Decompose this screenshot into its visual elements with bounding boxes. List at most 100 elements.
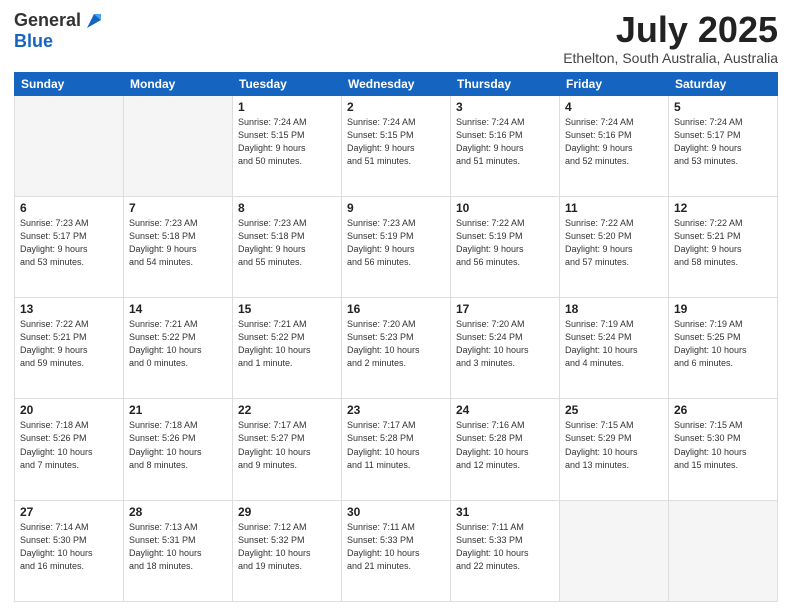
calendar-cell: 23Sunrise: 7:17 AM Sunset: 5:28 PM Dayli… (342, 399, 451, 500)
day-number: 31 (456, 505, 554, 519)
calendar-cell: 4 Sunrise: 7:24 AM Sunset: 5:16 PM Daylig… (560, 95, 669, 196)
day-number: 9 (347, 201, 445, 215)
day-info: Sunrise: 7:22 AM Sunset: 5:19 PM Dayligh… (456, 217, 554, 269)
day-info: Sunrise: 7:18 AM Sunset: 5:26 PM Dayligh… (129, 419, 227, 471)
logo-general-text: General (14, 11, 81, 31)
calendar-cell: 21Sunrise: 7:18 AM Sunset: 5:26 PM Dayli… (124, 399, 233, 500)
day-number: 29 (238, 505, 336, 519)
day-number: 17 (456, 302, 554, 316)
calendar-cell: 7 Sunrise: 7:23 AM Sunset: 5:18 PM Daylig… (124, 196, 233, 297)
calendar-cell: 20 Sunrise: 7:18 AM Sunset: 5:26 PM Dayli… (15, 399, 124, 500)
day-info: Sunrise: 7:20 AM Sunset: 5:23 PM Dayligh… (347, 318, 445, 370)
day-number: 19 (674, 302, 772, 316)
calendar-cell (15, 95, 124, 196)
calendar-cell: 12 Sunrise: 7:22 AM Sunset: 5:21 PM Dayli… (669, 196, 778, 297)
week-row-4: 20 Sunrise: 7:18 AM Sunset: 5:26 PM Dayli… (15, 399, 778, 500)
day-info: Sunrise: 7:21 AM Sunset: 5:22 PM Dayligh… (238, 318, 336, 370)
calendar-cell: 24 Sunrise: 7:16 AM Sunset: 5:28 PM Dayli… (451, 399, 560, 500)
day-info: Sunrise: 7:11 AM Sunset: 5:33 PM Dayligh… (456, 521, 554, 573)
calendar-cell (669, 500, 778, 601)
calendar-cell: 22Sunrise: 7:17 AM Sunset: 5:27 PM Dayli… (233, 399, 342, 500)
day-number: 15 (238, 302, 336, 316)
calendar-cell (560, 500, 669, 601)
day-info: Sunrise: 7:22 AM Sunset: 5:21 PM Dayligh… (20, 318, 118, 370)
day-info: Sunrise: 7:20 AM Sunset: 5:24 PM Dayligh… (456, 318, 554, 370)
calendar-table: SundayMondayTuesdayWednesdayThursdayFrid… (14, 72, 778, 602)
day-number: 2 (347, 100, 445, 114)
page: General Blue July 2025 Ethelton, South A… (0, 0, 792, 612)
calendar-cell: 18 Sunrise: 7:19 AM Sunset: 5:24 PM Dayli… (560, 298, 669, 399)
day-info: Sunrise: 7:24 AM Sunset: 5:16 PM Dayligh… (456, 116, 554, 168)
day-number: 24 (456, 403, 554, 417)
calendar-cell: 8Sunrise: 7:23 AM Sunset: 5:18 PM Daylig… (233, 196, 342, 297)
day-number: 12 (674, 201, 772, 215)
calendar-cell: 30Sunrise: 7:11 AM Sunset: 5:33 PM Dayli… (342, 500, 451, 601)
calendar-cell: 28Sunrise: 7:13 AM Sunset: 5:31 PM Dayli… (124, 500, 233, 601)
day-info: Sunrise: 7:18 AM Sunset: 5:26 PM Dayligh… (20, 419, 118, 471)
day-info: Sunrise: 7:23 AM Sunset: 5:18 PM Dayligh… (129, 217, 227, 269)
weekday-header-thursday: Thursday (451, 72, 560, 95)
calendar-cell: 19 Sunrise: 7:19 AM Sunset: 5:25 PM Dayli… (669, 298, 778, 399)
header: General Blue July 2025 Ethelton, South A… (14, 10, 778, 66)
calendar-cell: 16 Sunrise: 7:20 AM Sunset: 5:23 PM Dayli… (342, 298, 451, 399)
calendar-cell: 17 Sunrise: 7:20 AM Sunset: 5:24 PM Dayli… (451, 298, 560, 399)
calendar-cell: 5Sunrise: 7:24 AM Sunset: 5:17 PM Daylig… (669, 95, 778, 196)
day-info: Sunrise: 7:15 AM Sunset: 5:29 PM Dayligh… (565, 419, 663, 471)
day-number: 25 (565, 403, 663, 417)
calendar-cell: 13Sunrise: 7:22 AM Sunset: 5:21 PM Dayli… (15, 298, 124, 399)
calendar-cell: 25 Sunrise: 7:15 AM Sunset: 5:29 PM Dayli… (560, 399, 669, 500)
title-area: July 2025 Ethelton, South Australia, Aus… (563, 10, 778, 66)
day-info: Sunrise: 7:23 AM Sunset: 5:19 PM Dayligh… (347, 217, 445, 269)
day-info: Sunrise: 7:16 AM Sunset: 5:28 PM Dayligh… (456, 419, 554, 471)
day-number: 11 (565, 201, 663, 215)
day-info: Sunrise: 7:13 AM Sunset: 5:31 PM Dayligh… (129, 521, 227, 573)
day-info: Sunrise: 7:23 AM Sunset: 5:17 PM Dayligh… (20, 217, 118, 269)
weekday-header-row: SundayMondayTuesdayWednesdayThursdayFrid… (15, 72, 778, 95)
day-number: 7 (129, 201, 227, 215)
weekday-header-tuesday: Tuesday (233, 72, 342, 95)
week-row-5: 27 Sunrise: 7:14 AM Sunset: 5:30 PM Dayli… (15, 500, 778, 601)
weekday-header-sunday: Sunday (15, 72, 124, 95)
calendar-cell: 1Sunrise: 7:24 AM Sunset: 5:15 PM Daylig… (233, 95, 342, 196)
day-number: 1 (238, 100, 336, 114)
week-row-3: 13Sunrise: 7:22 AM Sunset: 5:21 PM Dayli… (15, 298, 778, 399)
calendar-cell: 29 Sunrise: 7:12 AM Sunset: 5:32 PM Dayli… (233, 500, 342, 601)
day-info: Sunrise: 7:22 AM Sunset: 5:20 PM Dayligh… (565, 217, 663, 269)
weekday-header-monday: Monday (124, 72, 233, 95)
week-row-1: 1 Sunrise: 7:24 AM Sunset: 5:15 PM Daylig… (15, 95, 778, 196)
day-info: Sunrise: 7:12 AM Sunset: 5:32 PM Dayligh… (238, 521, 336, 573)
calendar-cell: 10 Sunrise: 7:22 AM Sunset: 5:19 PM Dayli… (451, 196, 560, 297)
day-number: 16 (347, 302, 445, 316)
logo-blue-text: Blue (14, 31, 53, 51)
day-info: Sunrise: 7:19 AM Sunset: 5:24 PM Dayligh… (565, 318, 663, 370)
day-number: 20 (20, 403, 118, 417)
main-title: July 2025 (563, 10, 778, 50)
day-info: Sunrise: 7:14 AM Sunset: 5:30 PM Dayligh… (20, 521, 118, 573)
calendar-cell: 6Sunrise: 7:23 AM Sunset: 5:17 PM Daylig… (15, 196, 124, 297)
day-info: Sunrise: 7:24 AM Sunset: 5:17 PM Dayligh… (674, 116, 772, 168)
day-number: 10 (456, 201, 554, 215)
logo: General Blue (14, 10, 105, 52)
subtitle: Ethelton, South Australia, Australia (563, 50, 778, 66)
day-number: 18 (565, 302, 663, 316)
calendar-cell (124, 95, 233, 196)
day-number: 27 (20, 505, 118, 519)
day-number: 30 (347, 505, 445, 519)
day-info: Sunrise: 7:22 AM Sunset: 5:21 PM Dayligh… (674, 217, 772, 269)
calendar-cell: 31 Sunrise: 7:11 AM Sunset: 5:33 PM Dayli… (451, 500, 560, 601)
day-info: Sunrise: 7:24 AM Sunset: 5:15 PM Dayligh… (347, 116, 445, 168)
calendar-cell: 14Sunrise: 7:21 AM Sunset: 5:22 PM Dayli… (124, 298, 233, 399)
calendar-cell: 27 Sunrise: 7:14 AM Sunset: 5:30 PM Dayli… (15, 500, 124, 601)
weekday-header-wednesday: Wednesday (342, 72, 451, 95)
calendar-cell: 26Sunrise: 7:15 AM Sunset: 5:30 PM Dayli… (669, 399, 778, 500)
day-number: 8 (238, 201, 336, 215)
calendar-cell: 9 Sunrise: 7:23 AM Sunset: 5:19 PM Daylig… (342, 196, 451, 297)
day-info: Sunrise: 7:19 AM Sunset: 5:25 PM Dayligh… (674, 318, 772, 370)
calendar-cell: 15 Sunrise: 7:21 AM Sunset: 5:22 PM Dayli… (233, 298, 342, 399)
calendar-cell: 11 Sunrise: 7:22 AM Sunset: 5:20 PM Dayli… (560, 196, 669, 297)
weekday-header-friday: Friday (560, 72, 669, 95)
day-info: Sunrise: 7:17 AM Sunset: 5:27 PM Dayligh… (238, 419, 336, 471)
calendar-cell: 2 Sunrise: 7:24 AM Sunset: 5:15 PM Daylig… (342, 95, 451, 196)
day-info: Sunrise: 7:24 AM Sunset: 5:16 PM Dayligh… (565, 116, 663, 168)
day-number: 4 (565, 100, 663, 114)
